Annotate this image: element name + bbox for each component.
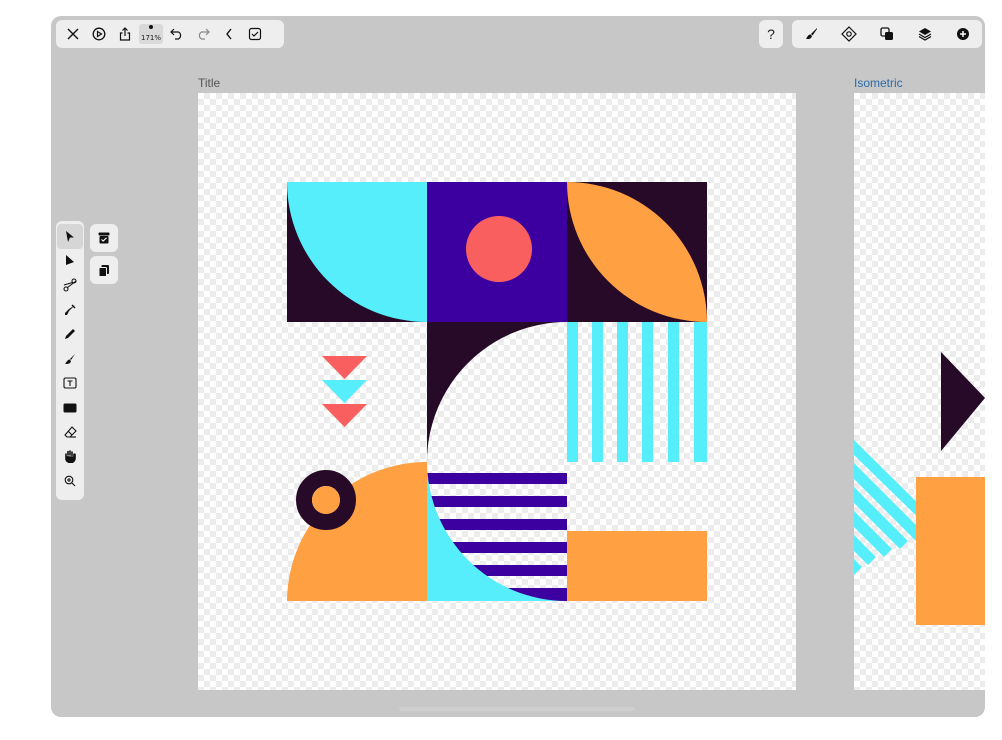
undo-icon[interactable]	[164, 20, 190, 48]
archive-icon	[98, 232, 110, 244]
orange-rect[interactable]	[567, 531, 707, 601]
scissors-icon[interactable]	[57, 273, 83, 298]
brush-settings-icon[interactable]	[796, 20, 826, 48]
checkbox-icon[interactable]	[242, 20, 268, 48]
zoom-level[interactable]: 171%	[139, 24, 163, 44]
redo-icon[interactable]	[190, 20, 216, 48]
archive-button[interactable]	[90, 224, 118, 252]
add-circle-icon[interactable]	[948, 20, 978, 48]
artboard-canvas[interactable]	[198, 93, 796, 690]
pen-icon[interactable]	[57, 298, 83, 323]
artboard-canvas-isometric[interactable]	[854, 93, 985, 690]
symbol-icon[interactable]	[834, 20, 864, 48]
brush-icon[interactable]	[57, 347, 83, 372]
pencil-icon[interactable]	[57, 322, 83, 347]
rectangle-icon[interactable]	[57, 396, 83, 421]
artboard-title[interactable]: Title	[198, 76, 220, 90]
triangles[interactable]	[322, 356, 367, 427]
clipboard-button[interactable]	[90, 256, 118, 284]
zoom-in-icon[interactable]	[57, 469, 83, 494]
help-label: ?	[767, 26, 775, 42]
zoom-indicator[interactable]: 171%	[138, 20, 164, 48]
share-icon[interactable]	[112, 20, 138, 48]
top-left-toolbar: 171%	[56, 20, 284, 48]
select-arrow-icon[interactable]	[57, 224, 83, 249]
direct-select-icon[interactable]	[57, 249, 83, 274]
artwork	[287, 182, 707, 601]
orange-block[interactable]	[916, 477, 985, 625]
artboard-title-isometric[interactable]: Isometric	[854, 76, 903, 90]
clipboard-icon	[98, 264, 110, 277]
artwork-isometric	[854, 352, 985, 625]
layers-icon[interactable]	[910, 20, 940, 48]
coral-circle[interactable]	[466, 216, 532, 282]
close-icon[interactable]	[60, 20, 86, 48]
help-button[interactable]: ?	[759, 20, 783, 48]
tools-panel	[56, 221, 84, 500]
dark-triangle[interactable]	[941, 352, 985, 451]
scroll-indicator[interactable]	[399, 707, 635, 711]
play-icon[interactable]	[86, 20, 112, 48]
cyan-stripes[interactable]	[567, 322, 707, 462]
app-window: 171% ? Title Isometric	[51, 16, 985, 717]
hand-icon[interactable]	[57, 445, 83, 470]
dark-arc-tile[interactable]	[427, 322, 567, 462]
text-icon[interactable]	[57, 371, 83, 396]
top-right-toolbar	[792, 20, 982, 48]
eraser-icon[interactable]	[57, 420, 83, 445]
chevron-left-icon[interactable]	[216, 20, 242, 48]
ring-center	[312, 486, 340, 514]
boolean-icon[interactable]	[872, 20, 902, 48]
